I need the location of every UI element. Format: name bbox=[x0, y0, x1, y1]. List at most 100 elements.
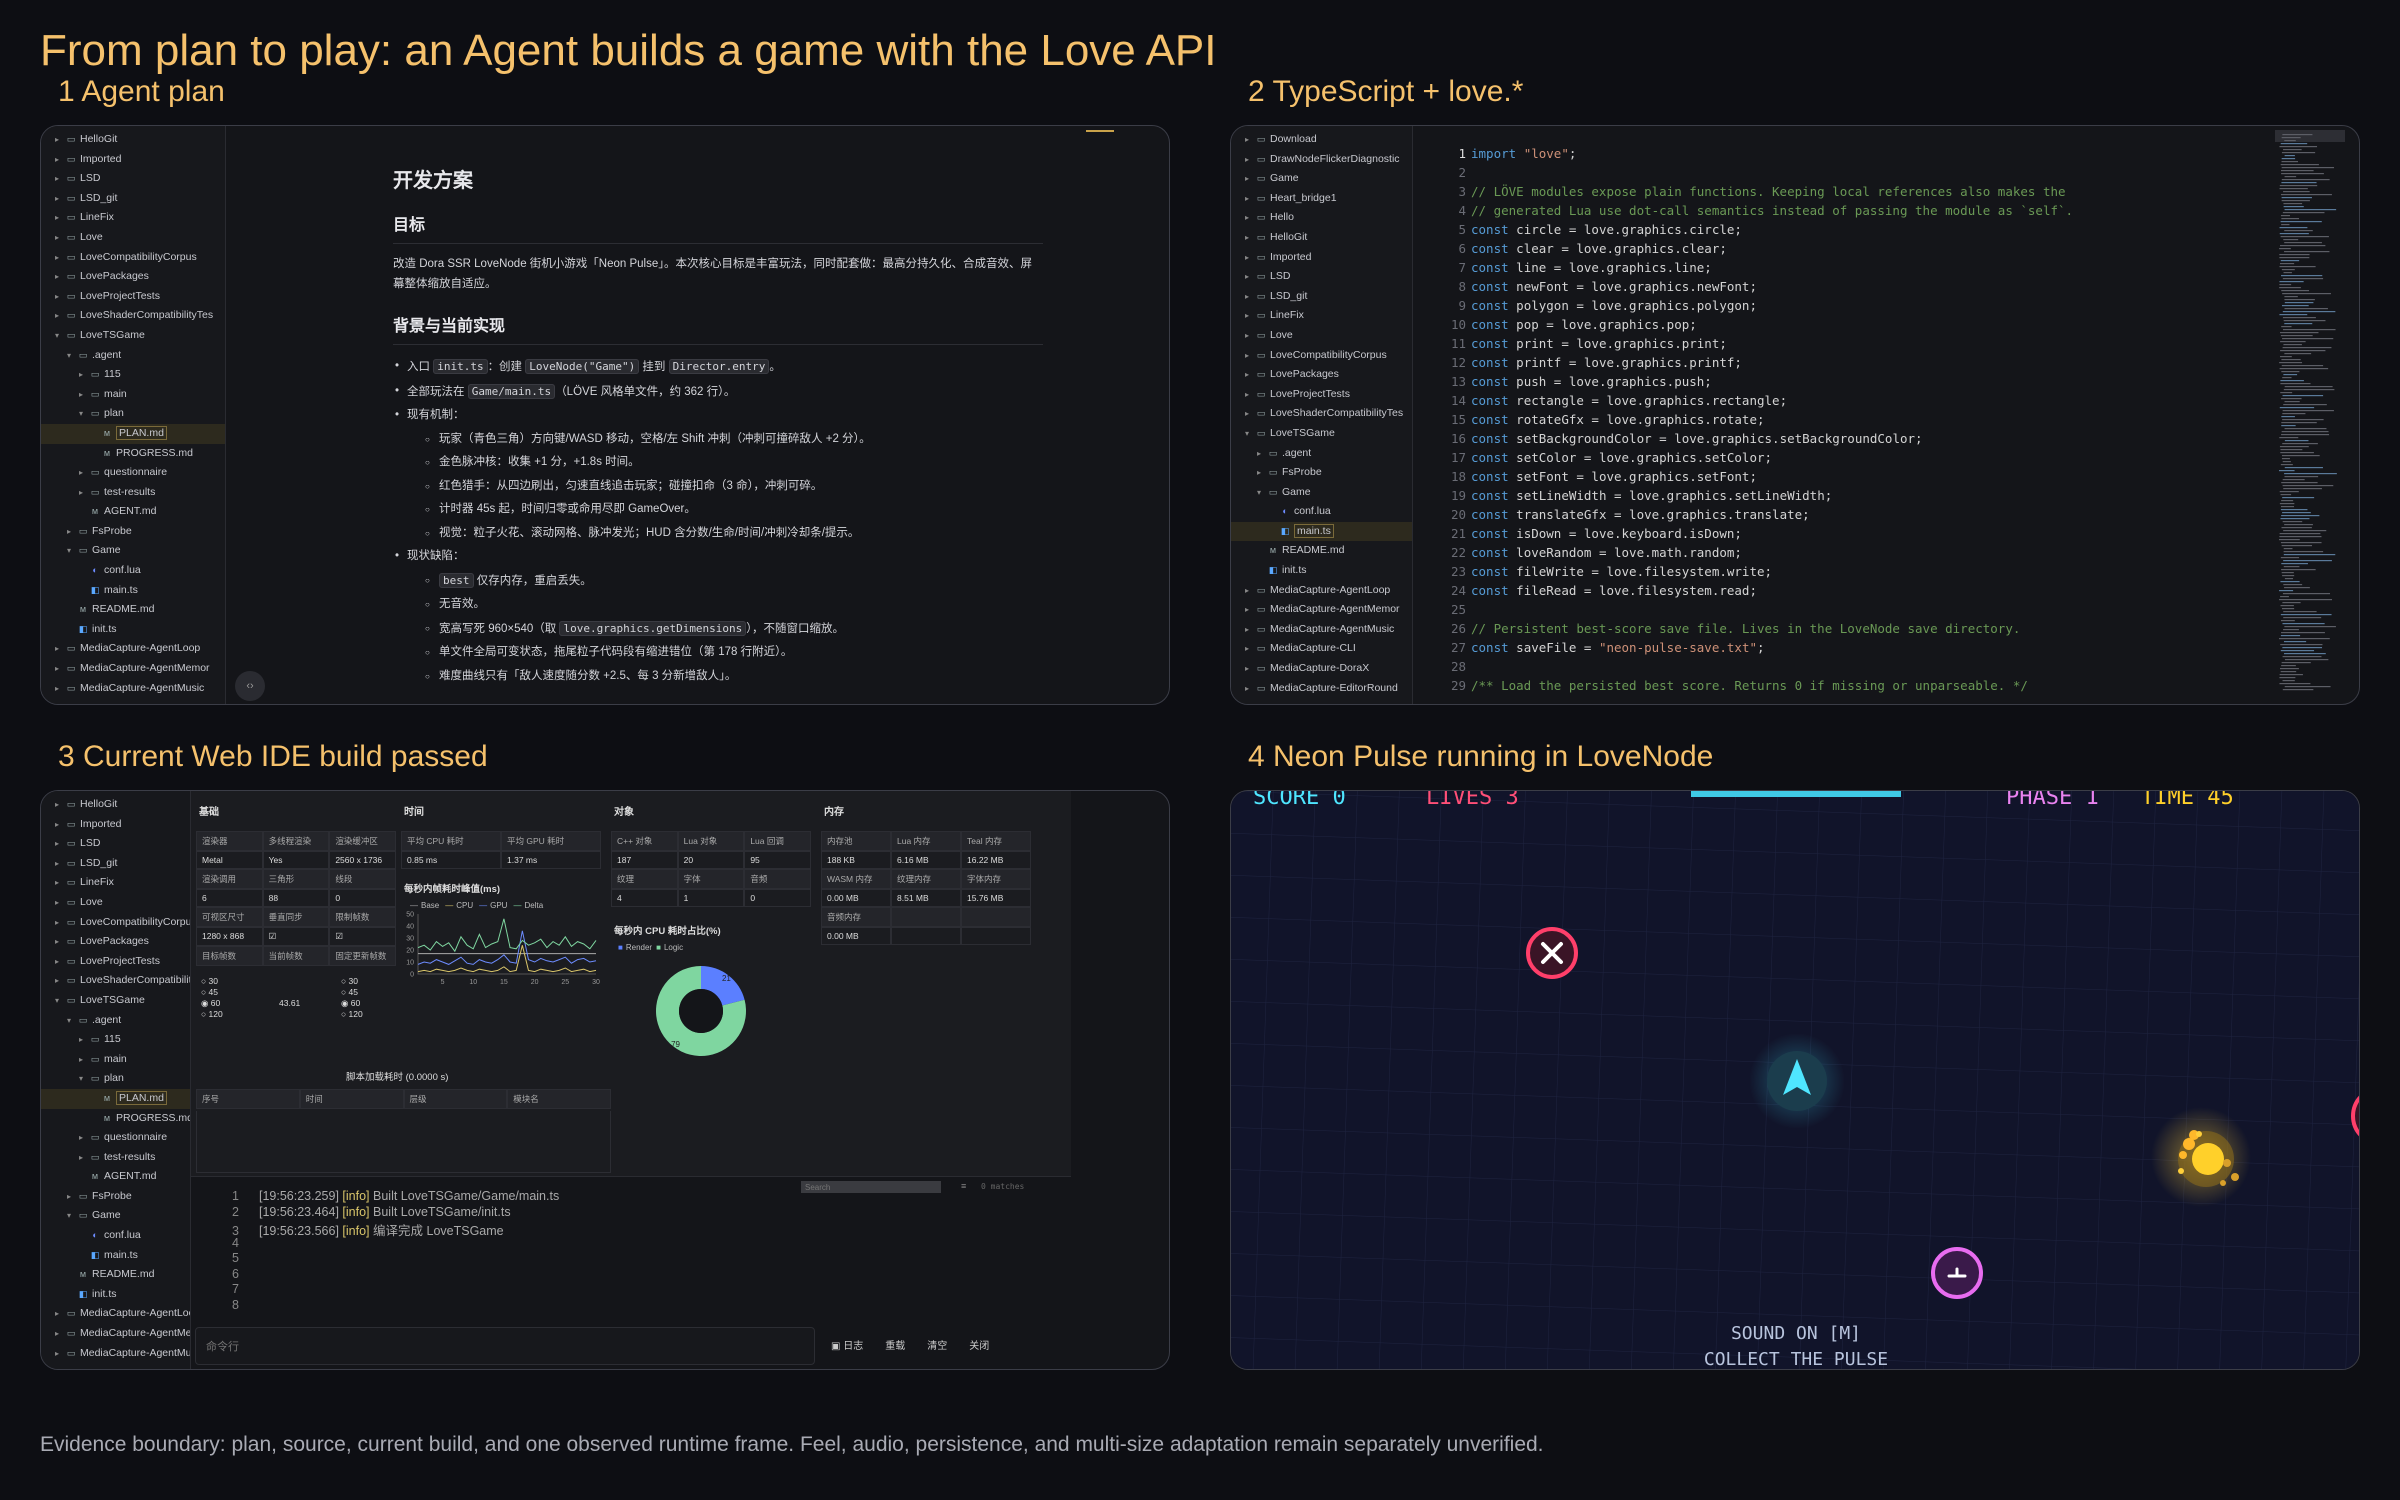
tree-item[interactable]: ▸ ▭ LSD bbox=[41, 834, 190, 854]
collapse-sidebar-icon[interactable]: ‹› bbox=[235, 671, 265, 701]
tree-item[interactable]: ▸ ▭ test-results bbox=[41, 483, 225, 503]
tree-item[interactable]: ▸ ▭ LoveShaderCompatibilityTes bbox=[1231, 404, 1412, 424]
tree-item[interactable]: ▸ ▭ LSD bbox=[1231, 267, 1412, 287]
tree-item[interactable]: ▾ ▭ LoveTSGame bbox=[41, 326, 225, 346]
tree-item[interactable]: ▸ ▭ 115 bbox=[41, 365, 225, 385]
tree-item[interactable]: ◧ main.ts bbox=[41, 1246, 190, 1266]
tree-item[interactable]: ◧ init.ts bbox=[41, 620, 225, 640]
tree-item[interactable]: ▸ ▭ HelloGit bbox=[41, 795, 190, 815]
tree-item[interactable]: ▸ ▭ MediaCapture-AgentMusic bbox=[41, 679, 225, 699]
tree-item[interactable]: ▸ ▭ LoveShaderCompatibilityTes bbox=[41, 971, 190, 991]
tree-item[interactable]: ▾ ▭ LoveTSGame bbox=[1231, 424, 1412, 444]
tree-item[interactable]: ◧ init.ts bbox=[41, 1285, 190, 1305]
tree-item[interactable]: ▸ ▭ MediaCapture-AgentMemor bbox=[41, 1324, 190, 1344]
tree-item[interactable]: ▸ ▭ DrawNodeFlickerDiagnostic bbox=[1231, 150, 1412, 170]
target-fps-radio[interactable]: ○ 120 bbox=[201, 1009, 223, 1019]
tree-item[interactable]: ▾ ▭ plan bbox=[41, 404, 225, 424]
tree-item[interactable]: ◐ conf.lua bbox=[41, 561, 225, 581]
tree-item[interactable]: ▸ ▭ FsProbe bbox=[41, 522, 225, 542]
tree-item[interactable]: ▸ ▭ questionnaire bbox=[41, 1128, 190, 1148]
tree-item[interactable]: ▾ ▭ .agent bbox=[41, 346, 225, 366]
tree-item[interactable]: ◧ main.ts bbox=[1231, 521, 1412, 542]
tree-item[interactable]: ᴍ README.md bbox=[41, 600, 225, 620]
tree-item[interactable]: ᴍ README.md bbox=[1231, 541, 1412, 561]
tree-item[interactable]: ▸ ▭ LSD_git bbox=[41, 854, 190, 874]
tree-item[interactable]: ▸ ▭ MediaCapture-DoraX bbox=[1231, 659, 1412, 679]
tree-item[interactable]: ▸ ▭ MediaCapture-AgentLoop bbox=[41, 639, 225, 659]
command-input[interactable] bbox=[206, 1338, 796, 1356]
tree-item[interactable]: ▸ ▭ LineFix bbox=[1231, 306, 1412, 326]
tree-item[interactable]: ▸ ▭ LSD_git bbox=[1231, 287, 1412, 307]
command-input-box[interactable] bbox=[195, 1327, 815, 1365]
tree-item[interactable]: ▸ ▭ 115 bbox=[41, 1030, 190, 1050]
tree-item[interactable]: ▸ ▭ MediaCapture-AgentMemor bbox=[41, 659, 225, 679]
source-code[interactable]: import "love"; // LÖVE modules expose pl… bbox=[1471, 144, 2073, 695]
console-button-2[interactable]: 清空 bbox=[927, 1341, 947, 1352]
tree-item[interactable]: ᴍ PLAN.md bbox=[41, 423, 225, 444]
tree-item[interactable]: ▸ ▭ HelloGit bbox=[1231, 228, 1412, 248]
tree-item[interactable]: ᴍ PLAN.md bbox=[41, 1088, 190, 1109]
fixed-fps-radio[interactable]: ○ 120 bbox=[341, 1009, 363, 1019]
tree-item[interactable]: ▸ ▭ MediaCapture-AgentLoop bbox=[41, 1304, 190, 1324]
tree-item[interactable]: ▸ ▭ Love bbox=[41, 228, 225, 248]
tree-item[interactable]: ▸ ▭ main bbox=[41, 1050, 190, 1070]
tree-item[interactable]: ▸ ▭ MediaCapture-AgentMusic bbox=[1231, 620, 1412, 640]
tree-item[interactable]: ◧ init.ts bbox=[1231, 561, 1412, 581]
tree-item[interactable]: ▸ ▭ MediaCapture-AgentLoop bbox=[1231, 581, 1412, 601]
tree-item[interactable]: ▾ ▭ Game bbox=[41, 541, 225, 561]
tree-item[interactable]: ▸ ▭ LSD bbox=[41, 169, 225, 189]
tree-item[interactable]: ▸ ▭ FsProbe bbox=[41, 1187, 190, 1207]
tree-item[interactable]: ▾ ▭ .agent bbox=[41, 1011, 190, 1031]
target-fps-radio[interactable]: ◉ 60 bbox=[201, 998, 220, 1009]
tree-item[interactable]: ▸ ▭ LoveCompatibilityCorpus bbox=[1231, 346, 1412, 366]
tree-item[interactable]: ▸ ▭ MediaCapture-AgentMusic bbox=[41, 1344, 190, 1364]
console-button-0[interactable]: ▣ 日志 bbox=[831, 1341, 863, 1352]
tree-item[interactable]: ▸ ▭ Game bbox=[1231, 169, 1412, 189]
console-button-3[interactable]: 关闭 bbox=[969, 1341, 989, 1352]
code-minimap[interactable] bbox=[2275, 130, 2345, 700]
tree-item[interactable]: ᴍ README.md bbox=[41, 1265, 190, 1285]
tree-item[interactable]: ▸ ▭ FsProbe bbox=[1231, 463, 1412, 483]
tree-item[interactable]: ▸ ▭ LovePackages bbox=[1231, 365, 1412, 385]
column-header[interactable]: 序号 bbox=[196, 1089, 300, 1109]
tree-item[interactable]: ▸ ▭ Love bbox=[1231, 326, 1412, 346]
tree-item[interactable]: ▾ ▭ plan bbox=[41, 1069, 190, 1089]
tree-item[interactable]: ▸ ▭ MediaCapture-EditorRound bbox=[1231, 679, 1412, 699]
tree-item[interactable]: ▸ ▭ LoveProjectTests bbox=[1231, 385, 1412, 405]
tree-item[interactable]: ▸ ▭ Download bbox=[1231, 130, 1412, 150]
tree-item[interactable]: ▸ ▭ LoveProjectTests bbox=[41, 952, 190, 972]
tree-item[interactable]: ▸ ▭ MediaCapture-AgentMemor bbox=[1231, 600, 1412, 620]
tree-item[interactable]: ▸ ▭ LovePackages bbox=[41, 932, 190, 952]
tree-item[interactable]: ▸ ▭ main bbox=[41, 385, 225, 405]
tree-item[interactable]: ▾ ▭ Game bbox=[41, 1206, 190, 1226]
tree-item[interactable]: ▸ ▭ LSD_git bbox=[41, 189, 225, 209]
fixed-fps-radio[interactable]: ◉ 60 bbox=[341, 998, 360, 1009]
tree-item[interactable]: ▸ ▭ LineFix bbox=[41, 873, 190, 893]
tree-item[interactable]: ᴍ PROGRESS.md bbox=[41, 444, 225, 464]
tree-item[interactable]: ▸ ▭ .agent bbox=[1231, 444, 1412, 464]
tree-item[interactable]: ▸ ▭ Love bbox=[41, 893, 190, 913]
target-fps-radio[interactable]: ○ 30 bbox=[201, 976, 218, 986]
console-button-1[interactable]: 重载 bbox=[885, 1341, 905, 1352]
tree-item[interactable]: ▸ ▭ LoveCompatibilityCorpus bbox=[41, 248, 225, 268]
tree-item[interactable]: ᴍ AGENT.md bbox=[41, 1167, 190, 1187]
tree-item[interactable]: ▸ ▭ LoveCompatibilityCorpus bbox=[41, 913, 190, 933]
tree-item[interactable]: ᴍ PROGRESS.md bbox=[41, 1109, 190, 1129]
tree-item[interactable]: ▸ ▭ LoveShaderCompatibilityTes bbox=[41, 306, 225, 326]
tree-item[interactable]: ᴍ AGENT.md bbox=[41, 502, 225, 522]
tree-item[interactable]: ▸ ▭ Hello bbox=[1231, 208, 1412, 228]
tree-item[interactable]: ▸ ▭ LineFix bbox=[41, 208, 225, 228]
tree-item[interactable]: ▸ ▭ HelloGit bbox=[41, 130, 225, 150]
column-header[interactable]: 时间 bbox=[299, 1089, 404, 1109]
fixed-fps-radio[interactable]: ○ 30 bbox=[341, 976, 358, 986]
column-header[interactable]: 模块名 bbox=[507, 1089, 611, 1109]
tree-item[interactable]: ◐ conf.lua bbox=[1231, 502, 1412, 522]
tree-item[interactable]: ▸ ▭ LovePackages bbox=[41, 267, 225, 287]
tree-item[interactable]: ▾ ▭ LoveTSGame bbox=[41, 991, 190, 1011]
tree-item[interactable]: ▸ ▭ Heart_bridge1 bbox=[1231, 189, 1412, 209]
tree-item[interactable]: ▸ ▭ MediaCapture-CLI bbox=[1231, 639, 1412, 659]
tree-item[interactable]: ▸ ▭ Imported bbox=[1231, 248, 1412, 268]
target-fps-radio[interactable]: ○ 45 bbox=[201, 987, 218, 997]
column-header[interactable]: 层级 bbox=[403, 1089, 508, 1109]
tree-item[interactable]: ◧ main.ts bbox=[41, 581, 225, 601]
